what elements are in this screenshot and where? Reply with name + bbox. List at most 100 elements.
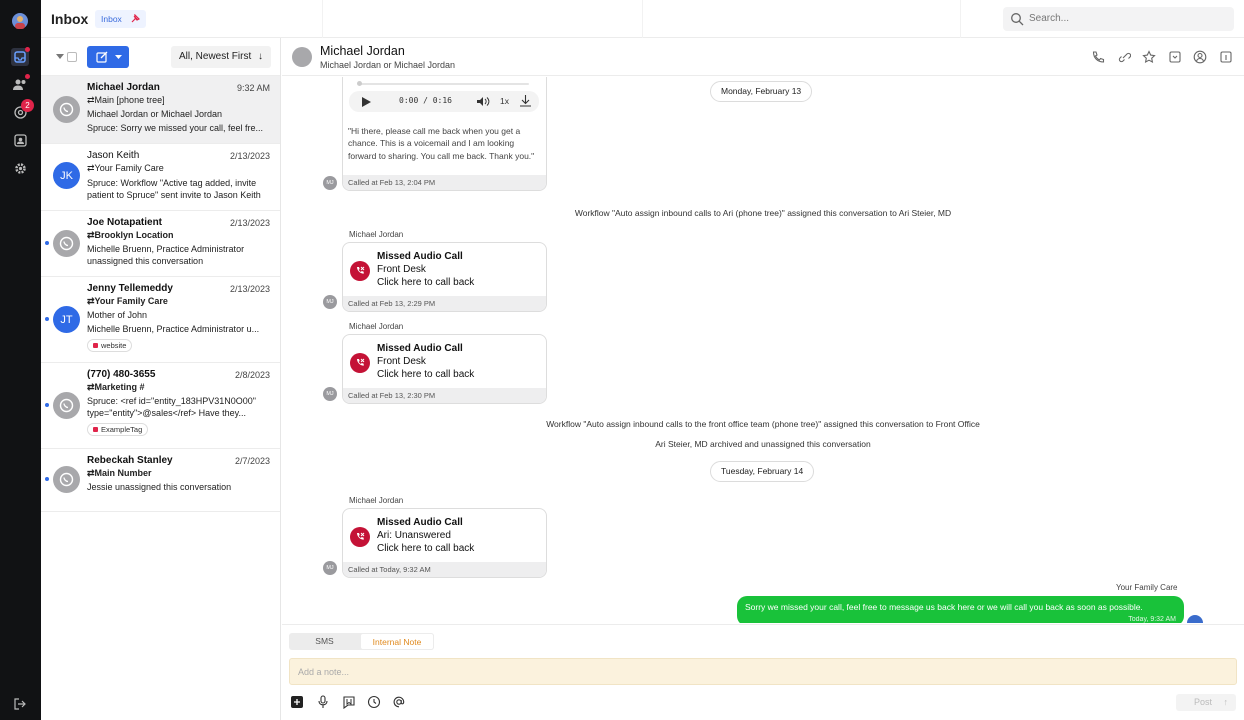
attach-plus-icon[interactable]	[290, 695, 304, 709]
call-line: Front Desk	[377, 264, 426, 275]
compose-button[interactable]	[87, 46, 129, 68]
nav-rail: 2	[0, 0, 41, 720]
conversation-item[interactable]: JT Jenny Tellemeddy 2/13/2023 ⇄Your Fami…	[41, 277, 280, 363]
voicemail-transcript: "Hi there, please call me back when you …	[348, 126, 535, 161]
logout-icon[interactable]	[12, 696, 28, 712]
archive-icon[interactable]	[1168, 50, 1182, 64]
sender-avatar: MJ	[323, 176, 337, 190]
post-button[interactable]: Post ↑	[1176, 694, 1236, 711]
app-root: 2 Inbox Inbox Search... All, Newest Firs…	[0, 0, 1244, 720]
conversation-item[interactable]: (770) 480-3655 2/8/2023 ⇄Marketing # Spr…	[41, 363, 280, 449]
missed-call-card[interactable]: Missed Audio Call Ari: Unanswered Click …	[342, 508, 547, 578]
contact-name[interactable]: Michael Jordan	[320, 44, 405, 58]
tag-label: ExampleTag	[101, 425, 143, 434]
contacts-unread-dot	[25, 74, 30, 79]
divider	[322, 0, 323, 38]
conversation-line: ⇄Your Family Care	[87, 296, 168, 306]
conversation-date: 2/8/2023	[234, 370, 270, 380]
conversation-item[interactable]: Michael Jordan 9:32 AM ⇄Main [phone tree…	[41, 76, 280, 144]
conversation-date: 2/13/2023	[229, 284, 270, 294]
avatar: JT	[53, 306, 80, 333]
audio-time: 0:00 / 0:16	[399, 96, 452, 105]
contact-card-nav-icon[interactable]	[12, 132, 28, 148]
call-back-link[interactable]: Click here to call back	[377, 277, 546, 288]
system-message: Workflow "Auto assign inbound calls to A…	[574, 208, 952, 218]
search-icon	[1011, 13, 1024, 26]
tag-badge[interactable]: ExampleTag	[87, 423, 149, 436]
conversation-date: 2/13/2023	[229, 151, 270, 161]
call-timestamp: Called at Feb 13, 2:30 PM	[343, 388, 546, 403]
link-icon[interactable]	[1117, 50, 1131, 64]
send-arrow-icon: ↑	[1223, 697, 1229, 707]
audio-progress-handle[interactable]	[357, 81, 362, 86]
search-input[interactable]: Search...	[1003, 7, 1234, 31]
call-back-link[interactable]: Click here to call back	[377, 543, 546, 554]
conversation-preview: Spruce: Sorry we missed your call, feel …	[87, 123, 264, 133]
conversation-list-panel: All, Newest First ↓ Michael Jordan 9:32 …	[41, 38, 281, 720]
date-divider: Monday, February 13	[710, 81, 813, 102]
tag-color-icon	[93, 427, 98, 432]
missed-call-icon	[350, 353, 370, 373]
call-title: Missed Audio Call	[377, 251, 463, 262]
missed-call-card[interactable]: Missed Audio Call Front Desk Click here …	[342, 334, 547, 404]
tag-badge[interactable]: website	[87, 339, 133, 352]
inbox-filter-pill[interactable]: Inbox	[95, 10, 146, 28]
conversation-item[interactable]: JK Jason Keith 2/13/2023 ⇄Your Family Ca…	[41, 144, 280, 211]
settings-gear-icon[interactable]	[12, 160, 28, 176]
saved-replies-icon[interactable]	[342, 695, 356, 709]
microphone-icon[interactable]	[316, 695, 330, 709]
play-icon[interactable]	[362, 97, 371, 107]
assign-user-icon[interactable]	[1193, 50, 1207, 64]
missed-call-icon	[350, 527, 370, 547]
missed-call-card[interactable]: Missed Audio Call Front Desk Click here …	[342, 242, 547, 312]
pin-icon	[131, 14, 140, 23]
conversation-preview: Spruce: Workflow "Active tag added, invi…	[87, 178, 261, 200]
phone-icon[interactable]	[1091, 50, 1105, 64]
mention-at-icon[interactable]	[392, 695, 406, 709]
top-bar: Inbox Inbox Search...	[41, 0, 1244, 38]
inbox-pill-label: Inbox	[101, 14, 122, 24]
conversation-line: ⇄Your Family Care	[87, 163, 164, 173]
conversation-preview: Michelle Bruenn, Practice Administrator …	[87, 244, 245, 266]
divider	[960, 0, 961, 38]
select-menu-caret-icon[interactable]	[56, 54, 64, 60]
composer: SMS Internal Note Add a note... Post ↑	[282, 624, 1244, 720]
call-timestamp: Called at Today, 9:32 AM	[343, 562, 546, 577]
conversation-header: Michael Jordan Michael Jordan or Michael…	[282, 38, 1244, 76]
voicemail-card: 0:00 / 0:16 1x "Hi there, please call me…	[342, 77, 547, 191]
call-timestamp: Called at Feb 13, 2:04 PM	[343, 175, 546, 190]
conversation-preview: Spruce: <ref id="entity_183HPV31N0O00" t…	[87, 396, 256, 418]
divider	[642, 0, 643, 38]
tab-internal-note[interactable]: Internal Note	[360, 633, 434, 650]
call-timestamp: Called at Feb 13, 2:29 PM	[343, 296, 546, 311]
select-all-checkbox[interactable]	[67, 52, 77, 62]
audio-progress-track	[359, 83, 529, 85]
conversation-item[interactable]: Rebeckah Stanley 2/7/2023 ⇄Main Number J…	[41, 449, 280, 512]
composer-tabs: SMS Internal Note	[289, 633, 434, 650]
conversation-item[interactable]: Joe Notapatient 2/13/2023 ⇄Brooklyn Loca…	[41, 211, 280, 277]
message-thread[interactable]: 0:00 / 0:16 1x "Hi there, please call me…	[282, 77, 1244, 623]
missed-call-icon	[350, 261, 370, 281]
conversation-line: ⇄Brooklyn Location	[87, 230, 174, 240]
volume-icon[interactable]	[477, 96, 491, 107]
tab-sms[interactable]: SMS	[289, 633, 360, 650]
sort-dropdown[interactable]: All, Newest First ↓	[171, 46, 271, 68]
profile-avatar-icon[interactable]	[12, 13, 28, 29]
download-icon[interactable]	[520, 95, 531, 107]
star-icon[interactable]	[1142, 50, 1156, 64]
conversation-preview: Michelle Bruenn, Practice Administrator …	[87, 324, 260, 334]
info-panel-icon[interactable]	[1219, 50, 1233, 64]
sender-avatar: MJ	[323, 387, 337, 401]
call-line: Ari: Unanswered	[377, 530, 451, 541]
sender-avatar: MJ	[323, 561, 337, 575]
playback-speed[interactable]: 1x	[500, 96, 509, 106]
clock-schedule-icon[interactable]	[367, 695, 381, 709]
list-toolbar: All, Newest First ↓	[41, 38, 280, 76]
call-line: Front Desk	[377, 356, 426, 367]
system-message: Ari Steier, MD archived and unassigned t…	[655, 439, 871, 449]
note-input[interactable]: Add a note...	[289, 658, 1237, 685]
outgoing-message-bubble[interactable]: Sorry we missed your call, feel free to …	[737, 596, 1184, 623]
conversation-line: Michael Jordan or Michael Jordan	[87, 109, 223, 119]
call-back-link[interactable]: Click here to call back	[377, 369, 546, 380]
tag-label: website	[101, 341, 127, 350]
